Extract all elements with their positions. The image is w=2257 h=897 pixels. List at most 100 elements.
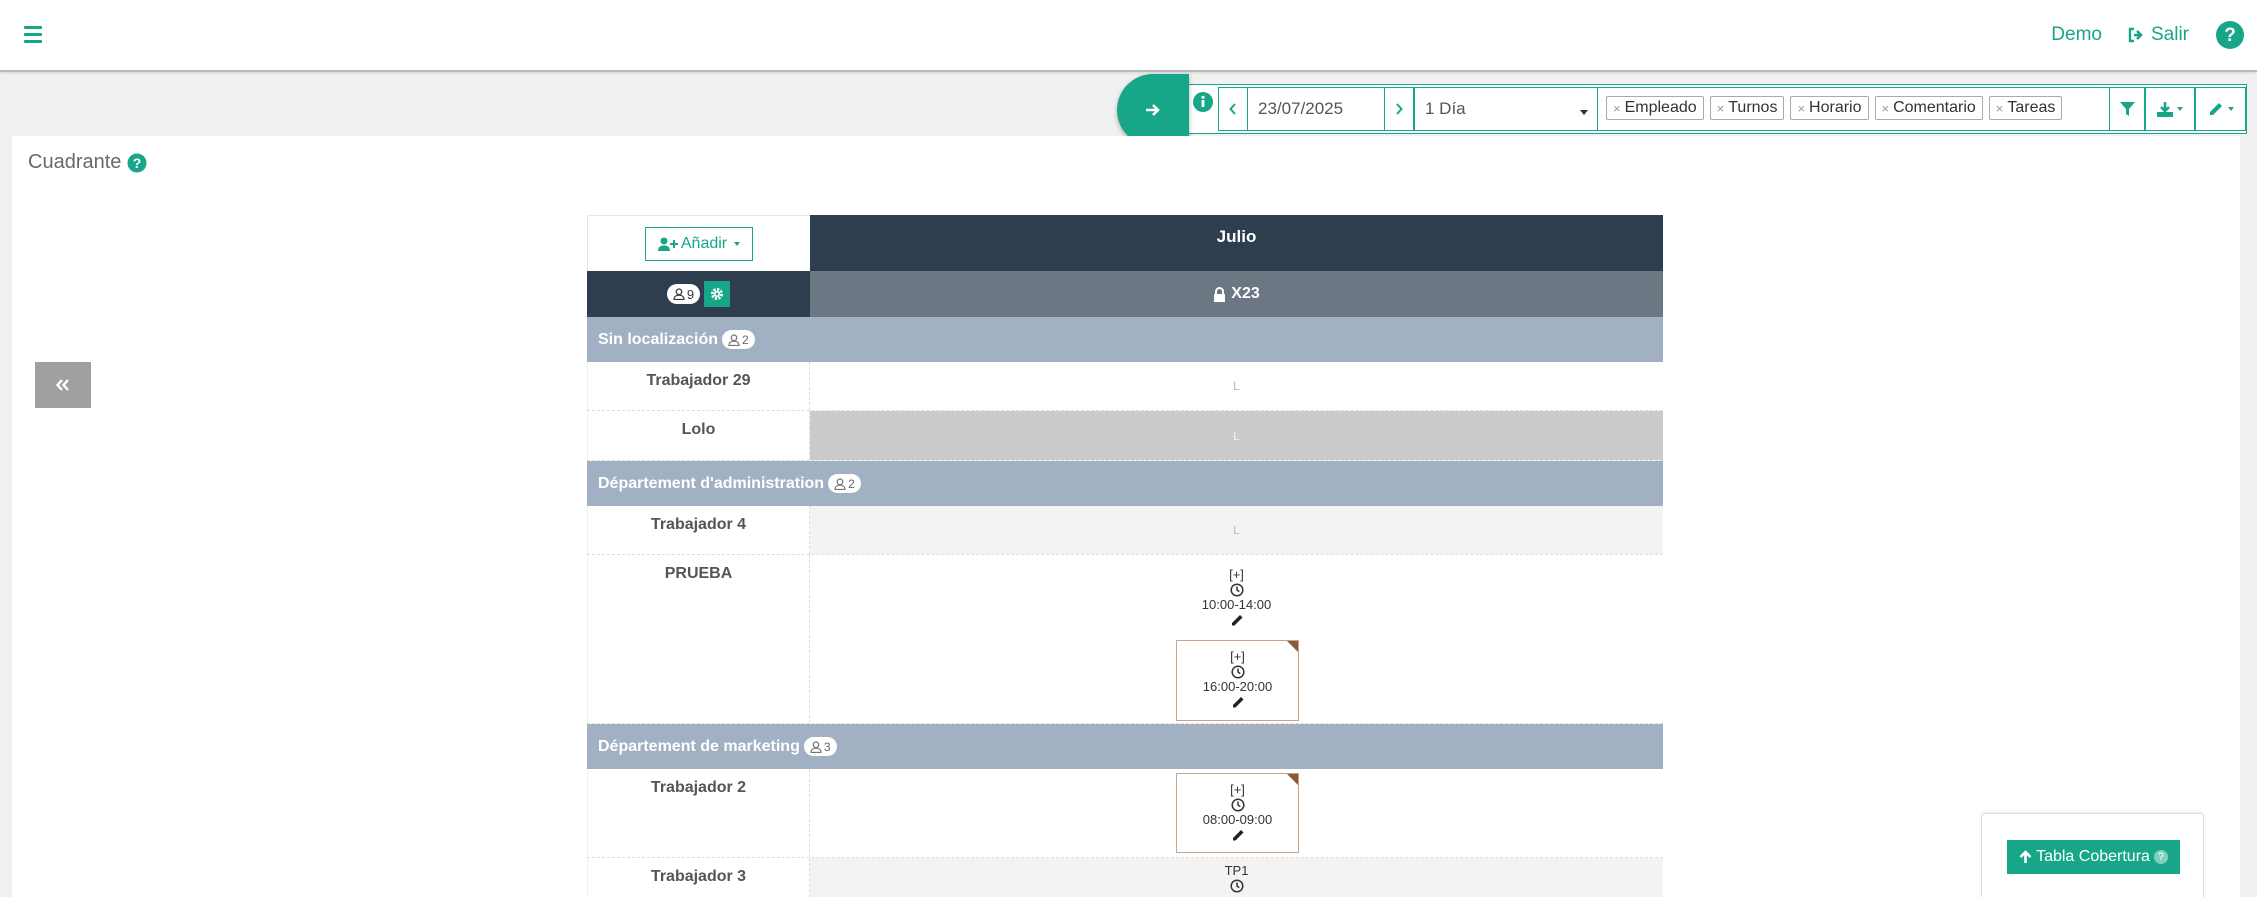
user-link[interactable]: Demo (2051, 24, 2102, 46)
filter-button[interactable] (2109, 87, 2145, 131)
table-row: Trabajador 3 TP1 (587, 858, 1663, 897)
add-button[interactable]: Añadir (645, 226, 753, 261)
day-cell[interactable]: [+] 08:00-09:00 (810, 769, 1663, 857)
download-button[interactable] (2145, 87, 2195, 131)
shift-expand[interactable]: [+] (1175, 567, 1298, 583)
table-row: PRUEBA [+] 10:00-14:00 [+] 16:00-20:00 (587, 555, 1663, 724)
table-row: Trabajador 4 L (587, 506, 1663, 555)
group-count: 3 (823, 739, 831, 754)
svg-text:?: ? (2224, 25, 2236, 46)
date-input[interactable]: 23/07/2025 (1248, 87, 1384, 131)
chip-label: Comentario (1893, 99, 1976, 116)
shift-entry[interactable]: TP1 (1175, 863, 1298, 893)
column-filter-chips[interactable]: × Empleado × Turnos × Horario × Comentario ×… (1598, 87, 2109, 131)
count-cell: 9 (587, 271, 810, 317)
comment-marker (1287, 641, 1298, 652)
shift-entry[interactable]: [+] 10:00-14:00 (1175, 567, 1298, 627)
caret-down-icon (1580, 110, 1588, 115)
shift-time: 10:00-14:00 (1201, 597, 1272, 612)
chip-turnos[interactable]: × Turnos (1709, 96, 1785, 120)
grid-header-month: Añadir Julio (587, 215, 1663, 271)
employee-name[interactable]: Trabajador 2 (587, 769, 810, 857)
pencil-icon[interactable] (1231, 828, 1245, 842)
group-count-badge: 2 (828, 474, 861, 493)
chip-label: Empleado (1624, 99, 1697, 116)
filter-icon (2119, 102, 2135, 116)
menu-icon[interactable] (24, 26, 42, 43)
group-count: 2 (742, 332, 749, 347)
shift-expand[interactable]: [+] (1177, 782, 1298, 798)
chip-label: Turnos (1728, 99, 1778, 116)
day-cell[interactable]: L (810, 411, 1663, 460)
shift-entry[interactable]: [+] 08:00-09:00 (1176, 773, 1299, 853)
remove-icon[interactable]: × (1996, 101, 2004, 116)
chip-tareas[interactable]: × Tareas (1988, 96, 2063, 120)
employee-name[interactable]: Trabajador 3 (587, 858, 810, 897)
day-cell[interactable]: L (810, 506, 1663, 554)
user-icon (673, 288, 685, 300)
remove-icon[interactable]: × (1882, 101, 1890, 116)
group-count: 2 (848, 476, 855, 491)
pencil-icon (2209, 103, 2222, 115)
shift-time: 08:00-09:00 (1202, 812, 1273, 827)
collapse-sidebar-button[interactable] (35, 362, 91, 408)
coverage-table-button[interactable]: Tabla Cobertura ? (2007, 840, 2180, 874)
employee-name[interactable]: Lolo (587, 411, 810, 460)
shift-expand[interactable]: [+] (1177, 649, 1298, 665)
user-plus-icon (657, 237, 678, 251)
day-cell[interactable]: [+] 10:00-14:00 [+] 16:00-20:00 (810, 555, 1663, 723)
arrow-up-icon (2019, 850, 2032, 863)
chip-empleado[interactable]: × Empleado (1606, 96, 1704, 120)
chevron-left-icon (1229, 103, 1236, 115)
user-icon (810, 740, 822, 753)
day-label: X23 (1231, 285, 1260, 302)
prev-date-button[interactable] (1218, 87, 1248, 131)
next-date-button[interactable] (1384, 87, 1414, 131)
shift-code: TP1 (1224, 863, 1249, 878)
shift-time: 16:00-20:00 (1202, 679, 1273, 694)
coverage-label: Tabla Cobertura (2036, 848, 2150, 865)
group-count-badge: 2 (722, 330, 755, 349)
remove-icon[interactable]: × (1797, 101, 1805, 116)
chevron-right-icon (1396, 103, 1403, 115)
lock-icon (1214, 286, 1226, 302)
help-icon[interactable]: ? (2215, 20, 2245, 50)
logout-link[interactable]: Salir (2128, 24, 2189, 46)
chip-label: Horario (1809, 99, 1862, 116)
period-select[interactable]: 1 Día (1414, 87, 1598, 131)
day-cell[interactable]: TP1 (810, 858, 1663, 897)
caret-down-icon (2227, 107, 2234, 111)
total-count: 9 (686, 286, 695, 302)
double-chevron-left-icon (56, 379, 69, 391)
chip-comentario[interactable]: × Comentario (1874, 96, 1983, 120)
chip-horario[interactable]: × Horario (1790, 96, 1869, 120)
pencil-icon[interactable] (1231, 695, 1245, 709)
help-icon[interactable]: ? (127, 153, 147, 173)
user-icon (834, 477, 846, 490)
info-icon[interactable] (1192, 91, 1214, 113)
employee-name[interactable]: PRUEBA (587, 555, 810, 723)
day-header[interactable]: X23 (810, 271, 1663, 317)
group-name: Département de marketing (598, 737, 800, 755)
chip-label: Tareas (2007, 99, 2056, 116)
clock-icon (1230, 798, 1245, 812)
pencil-icon[interactable] (1230, 613, 1244, 627)
table-row: Trabajador 29 L (587, 362, 1663, 411)
employee-name[interactable]: Trabajador 4 (587, 506, 810, 554)
day-cell[interactable]: L (810, 362, 1663, 410)
help-icon[interactable]: ? (2153, 850, 2168, 864)
svg-text:?: ? (133, 155, 142, 171)
shift-entry[interactable]: [+] 16:00-20:00 (1176, 640, 1299, 721)
download-icon (2157, 101, 2173, 117)
edit-menu-button[interactable] (2195, 87, 2246, 131)
coverage-panel: Tabla Cobertura ? (1981, 813, 2204, 897)
table-row: Trabajador 2 [+] 08:00-09:00 (587, 769, 1663, 858)
settings-button[interactable] (704, 281, 731, 307)
employee-name[interactable]: Trabajador 29 (587, 362, 810, 410)
group-name: Département d'administration (598, 474, 825, 492)
user-icon (728, 333, 740, 346)
remove-icon[interactable]: × (1717, 101, 1725, 116)
page-title: Cuadrante ? (28, 151, 147, 174)
clock-icon (1230, 665, 1245, 679)
remove-icon[interactable]: × (1613, 101, 1621, 116)
